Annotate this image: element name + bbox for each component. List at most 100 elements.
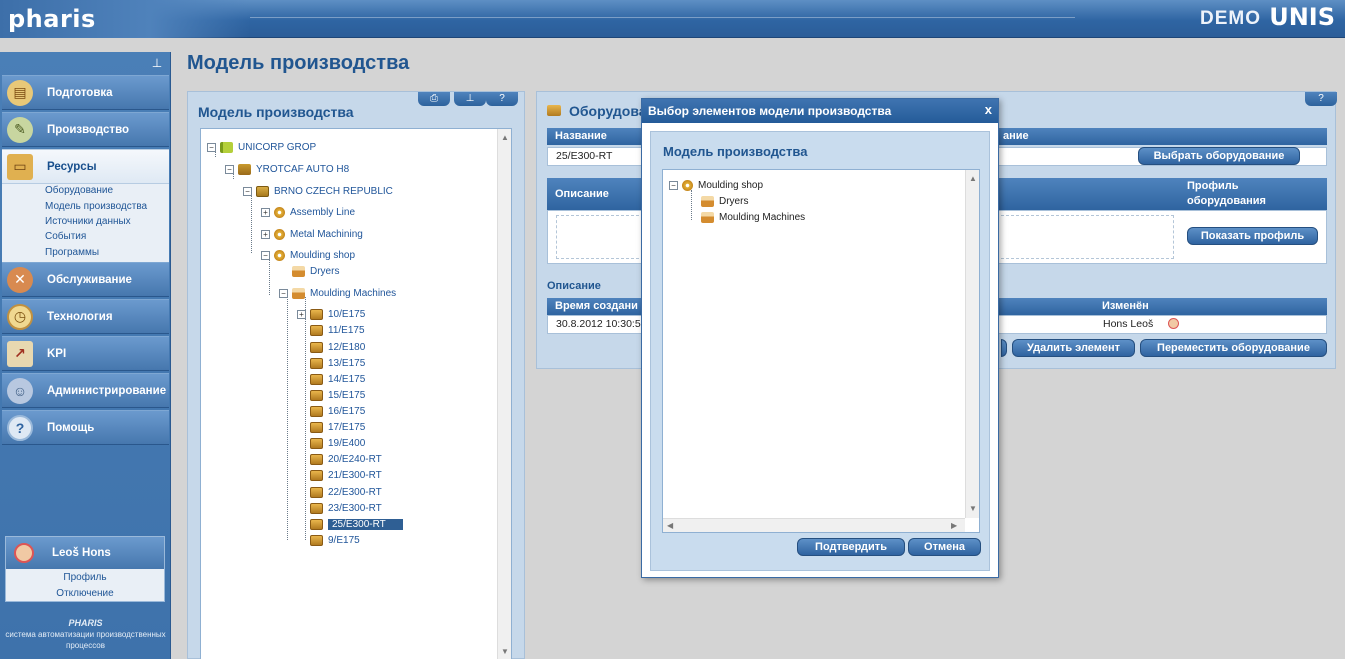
tree-node[interactable]: 12/E180 [310,339,365,355]
panel-splitter[interactable] [527,91,533,659]
sub-item-programs[interactable]: Программы [45,244,99,260]
sub-item-events[interactable]: События [45,228,86,244]
machine-icon [701,195,714,207]
tree-node[interactable]: 11/E175 [310,322,365,338]
tree-node[interactable]: − Moulding shop [261,247,355,263]
nav-footer: PHARIS система автоматизации производств… [0,618,171,651]
pin-icon[interactable]: ⊥ [454,92,486,106]
equipment-icon [310,534,323,546]
machine-icon [292,287,305,299]
sub-item-data-sources[interactable]: Источники данных [45,213,131,229]
chart-icon: ↗ [7,340,33,367]
tree-node[interactable]: 19/E400 [310,435,365,451]
tree-node[interactable]: +10/E175 [297,306,365,322]
help-icon: ? [7,414,33,441]
tree-node[interactable]: 14/E175 [310,371,365,387]
tree-node[interactable]: − Moulding Machines [279,285,396,301]
close-icon[interactable]: x [985,99,992,121]
user-avatar-icon [14,543,34,563]
tree-node[interactable]: 9/E175 [310,532,360,548]
scroll-down-icon[interactable]: ▼ [501,647,509,656]
tree-node[interactable]: − YROTCAF AUTO H8 [225,161,349,177]
scroll-right-icon[interactable]: ▶ [951,521,957,530]
move-equipment-button[interactable]: Переместить оборудование [1140,339,1327,357]
site-icon [256,185,269,197]
hidden-button-edge[interactable] [1001,339,1007,357]
pharis-logo: pharis [8,5,96,33]
tree-node[interactable]: 16/E175 [310,403,365,419]
dialog-tree-node[interactable]: Dryers [701,193,748,209]
tree-node[interactable]: 20/E240-RT [310,451,382,467]
gear-icon [274,249,285,261]
expand-icon[interactable]: + [261,229,270,239]
equipment-icon [310,437,323,449]
scroll-left-icon[interactable]: ◀ [667,521,673,530]
scroll-up-icon[interactable]: ▲ [501,133,509,142]
collapse-icon[interactable]: − [243,186,252,196]
nav-label: Администрирование [47,384,167,397]
tree-node[interactable]: + Assembly Line [261,204,355,220]
tree-node[interactable]: 21/E300-RT [310,467,382,483]
confirm-button[interactable]: Подтвердить [797,538,905,556]
nav-item-help[interactable]: ? Помощь [2,410,169,445]
tree-scrollbar[interactable]: ▲ ▼ [497,129,511,659]
machine-icon [292,265,305,277]
left-navigation: ⊥ ▤ Подготовка ✎ Производство ▭ Ресурсы … [0,52,171,659]
pin-icon[interactable]: ⊥ [150,56,164,72]
nav-item-kpi[interactable]: ↗ KPI [2,336,169,371]
tools-icon: ✎ [7,116,33,143]
show-profile-button[interactable]: Показать профиль [1187,227,1318,245]
expand-icon[interactable]: + [261,207,270,217]
book-icon: ▤ [7,79,33,106]
expand-icon[interactable]: + [297,309,306,319]
factory-icon [238,163,251,175]
tree-node[interactable]: − UNICORP GROP [207,139,316,155]
help-icon[interactable]: ? [486,92,518,106]
nav-label: Ресурсы [47,160,97,173]
delete-element-button[interactable]: Удалить элемент [1012,339,1135,357]
sub-item-production-model[interactable]: Модель производства [45,198,147,214]
dialog-tree-hscroll[interactable]: ◀ ▶ [663,518,965,532]
panel-title: Модель производства [198,104,354,120]
dialog-tree-node[interactable]: Moulding Machines [701,209,805,225]
help-icon[interactable]: ? [1305,92,1337,106]
scroll-down-icon[interactable]: ▼ [969,504,977,513]
tree-node-selected[interactable]: 25/E300-RT [310,516,403,532]
collapse-icon[interactable]: − [279,288,288,298]
logout-link[interactable]: Отключение [6,588,164,599]
collapse-icon[interactable]: − [669,180,678,190]
dialog-tree-node[interactable]: − Moulding shop [669,177,763,193]
collapse-icon[interactable]: − [207,142,216,152]
tree-node[interactable]: + Metal Machining [261,226,363,242]
print-icon[interactable]: ⎙ [418,92,450,106]
dialog-tree-vscroll[interactable]: ▲ ▼ [965,170,979,518]
equipment-icon [310,502,323,514]
tree-node[interactable]: 17/E175 [310,419,365,435]
collapse-icon[interactable]: − [261,250,270,260]
unis-logo: UNIS [1269,3,1335,31]
cancel-button[interactable]: Отмена [908,538,981,556]
tree-node[interactable]: 15/E175 [310,387,365,403]
gear-icon [274,206,285,218]
collapse-icon[interactable]: − [225,164,234,174]
tree-node[interactable]: − BRNO CZECH REPUBLIC [243,183,393,199]
nav-item-technology[interactable]: ◷ Технология [2,299,169,334]
nav-label: Технология [47,310,113,323]
select-equipment-button[interactable]: Выбрать оборудование [1138,147,1300,165]
tree-node[interactable]: 13/E175 [310,355,365,371]
sub-item-equipment[interactable]: Оборудование [45,182,113,198]
nav-item-preparation[interactable]: ▤ Подготовка [2,75,169,110]
equipment-icon [310,357,323,369]
nav-item-resources[interactable]: ▭ Ресурсы [2,149,169,184]
tree-node[interactable]: 22/E300-RT [310,484,382,500]
tree-node[interactable]: Dryers [292,263,339,279]
footer-text-2: процессов [66,641,105,650]
tree-node[interactable]: 23/E300-RT [310,500,382,516]
clock-icon: ◷ [7,303,33,330]
nav-item-administration[interactable]: ☺ Администрирование [2,373,169,408]
scroll-up-icon[interactable]: ▲ [969,174,977,183]
profile-link[interactable]: Профиль [6,572,164,583]
nav-item-production[interactable]: ✎ Производство [2,112,169,147]
demo-label: DEMO [1200,8,1261,29]
nav-item-maintenance[interactable]: ✕ Обслуживание [2,262,169,297]
